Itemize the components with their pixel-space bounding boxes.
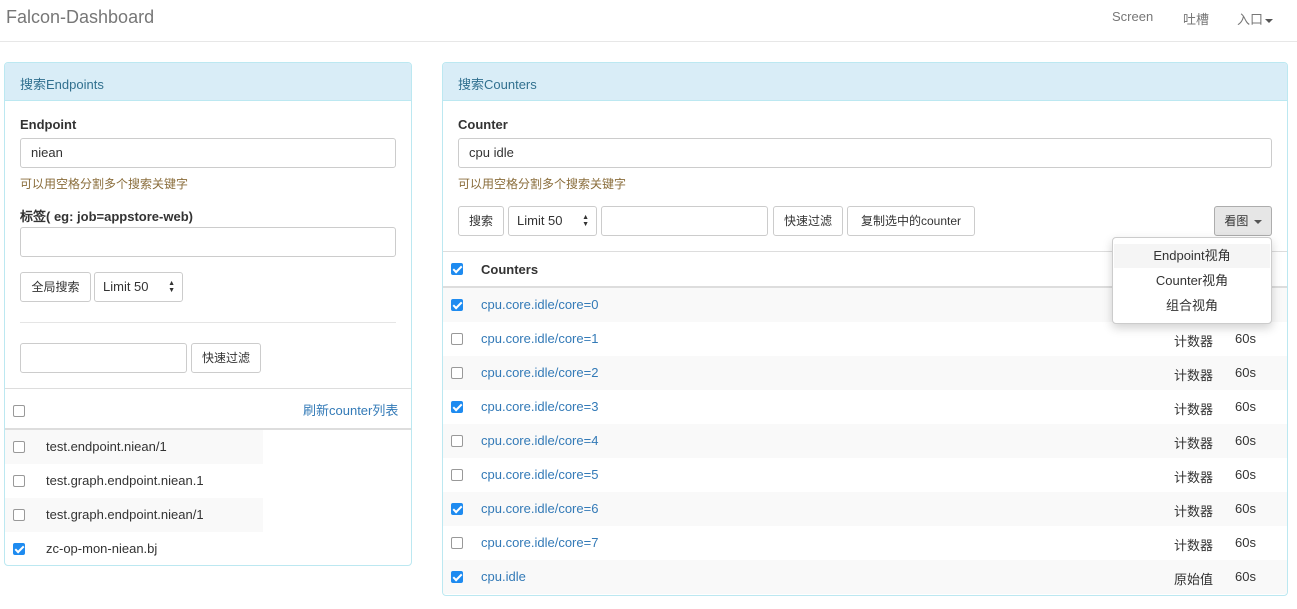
counters-table-header: Counters: [481, 262, 539, 277]
counter-step: 60s: [1235, 467, 1256, 482]
endpoint-name: test.endpoint.niean/1: [46, 439, 167, 454]
counter-checkbox[interactable]: [451, 299, 463, 311]
list-item[interactable]: test.graph.endpoint.niean/1: [5, 498, 263, 532]
counter-type: 计数器: [1174, 504, 1214, 519]
endpoint-name: test.graph.endpoint.niean/1: [46, 507, 204, 522]
endpoint-limit-value: Limit 50: [103, 279, 149, 294]
counter-name-link[interactable]: cpu.core.idle/core=3: [481, 399, 598, 414]
select-all-counters-checkbox[interactable]: [451, 263, 463, 275]
counter-name-link[interactable]: cpu.core.idle/core=0: [481, 297, 598, 312]
counter-search-input[interactable]: cpu idle: [458, 138, 1272, 168]
counter-label: Counter: [458, 117, 508, 132]
brand-title[interactable]: Falcon-Dashboard: [6, 7, 154, 28]
counter-type: 计数器: [1174, 538, 1214, 553]
counter-type: 原始值: [1174, 572, 1214, 587]
list-item[interactable]: test.graph.endpoint.niean.1: [5, 464, 263, 498]
counter-quick-filter-button[interactable]: 快速过滤: [773, 206, 843, 236]
divider: [20, 322, 396, 323]
select-arrows-icon: ▲ ▼: [582, 214, 589, 228]
counter-step: 60s: [1235, 569, 1256, 584]
endpoint-checkbox[interactable]: [13, 475, 25, 487]
counters-panel-heading: 搜索Counters: [443, 63, 1287, 101]
counter-limit-value: Limit 50: [517, 213, 563, 228]
counter-limit-select[interactable]: Limit 50 ▲ ▼: [508, 206, 597, 236]
table-row[interactable]: cpu.core.idle/core=4 计数器 60s: [443, 424, 1287, 458]
global-search-button[interactable]: 全局搜索: [20, 272, 91, 302]
counter-name-link[interactable]: cpu.core.idle/core=6: [481, 501, 598, 516]
counter-step: 60s: [1235, 331, 1256, 346]
tag-input[interactable]: [20, 227, 396, 257]
counter-checkbox[interactable]: [451, 401, 463, 413]
copy-selected-counter-button[interactable]: 复制选中的counter: [847, 206, 975, 236]
counter-checkbox[interactable]: [451, 435, 463, 447]
counter-name-link[interactable]: cpu.idle: [481, 569, 526, 584]
navbar: Falcon-Dashboard Screen 吐槽 入口: [0, 0, 1297, 42]
tag-label: 标签( eg: job=appstore-web): [20, 209, 193, 224]
counter-name-link[interactable]: cpu.core.idle/core=2: [481, 365, 598, 380]
endpoint-name: zc-op-mon-niean.bj: [46, 541, 158, 556]
counter-step: 60s: [1235, 535, 1256, 550]
nav-link-entry-dropdown[interactable]: 入口: [1237, 9, 1274, 28]
table-row[interactable]: cpu.core.idle/core=5 计数器 60s: [443, 458, 1287, 492]
view-graph-dropdown-menu: Endpoint视角 Counter视角 组合视角: [1112, 237, 1272, 324]
table-row[interactable]: cpu.core.idle/core=1 计数器 60s: [443, 322, 1287, 356]
counter-type: 计数器: [1174, 402, 1214, 417]
select-all-endpoints-checkbox[interactable]: [13, 405, 25, 417]
counter-name-link[interactable]: cpu.core.idle/core=4: [481, 433, 598, 448]
endpoint-label: Endpoint: [20, 117, 77, 132]
counter-checkbox[interactable]: [451, 537, 463, 549]
table-row[interactable]: cpu.core.idle/core=6 计数器 60s: [443, 492, 1287, 526]
counter-search-button[interactable]: 搜索: [458, 206, 504, 236]
endpoints-panel: 搜索Endpoints Endpoint niean 可以用空格分割多个搜索关键…: [4, 62, 412, 566]
dropdown-item-combined-view[interactable]: 组合视角: [1114, 294, 1270, 318]
view-graph-dropdown-button[interactable]: 看图: [1214, 206, 1272, 236]
counter-step: 60s: [1235, 501, 1256, 516]
refresh-counter-list-link[interactable]: 刷新counter列表: [303, 400, 398, 419]
endpoint-name: test.graph.endpoint.niean.1: [46, 473, 204, 488]
list-top-border: [5, 388, 411, 389]
counter-name-link[interactable]: cpu.core.idle/core=5: [481, 467, 598, 482]
counter-filter-input[interactable]: [601, 206, 768, 236]
nav-link-entry-label: 入口: [1237, 12, 1264, 27]
counter-type: 计数器: [1174, 368, 1214, 383]
nav-link-screen[interactable]: Screen: [1112, 9, 1153, 24]
counters-panel: 搜索Counters Counter cpu idle 可以用空格分割多个搜索关…: [442, 62, 1288, 596]
nav-link-feedback[interactable]: 吐槽: [1183, 9, 1209, 28]
counter-name-link[interactable]: cpu.core.idle/core=1: [481, 331, 598, 346]
counter-name-link[interactable]: cpu.core.idle/core=7: [481, 535, 598, 550]
counter-step: 60s: [1235, 365, 1256, 380]
table-row[interactable]: cpu.core.idle/core=3 计数器 60s: [443, 390, 1287, 424]
counter-type: 计数器: [1174, 334, 1214, 349]
endpoint-filter-input[interactable]: [20, 343, 187, 373]
table-row[interactable]: cpu.core.idle/core=2 计数器 60s: [443, 356, 1287, 390]
counter-help-text: 可以用空格分割多个搜索关键字: [458, 177, 627, 191]
list-item[interactable]: test.endpoint.niean/1: [5, 430, 263, 464]
endpoint-checkbox[interactable]: [13, 441, 25, 453]
table-row[interactable]: cpu.core.idle/core=7 计数器 60s: [443, 526, 1287, 560]
endpoint-checkbox[interactable]: [13, 509, 25, 521]
caret-down-icon: [1265, 18, 1274, 23]
view-graph-label: 看图: [1224, 214, 1249, 228]
counter-step: 60s: [1235, 399, 1256, 414]
counter-checkbox[interactable]: [451, 333, 463, 345]
endpoint-quick-filter-button[interactable]: 快速过滤: [191, 343, 261, 373]
endpoint-checkbox[interactable]: [13, 543, 25, 555]
table-row[interactable]: cpu.idle 原始值 60s: [443, 560, 1287, 594]
counter-type: 计数器: [1174, 470, 1214, 485]
counter-checkbox[interactable]: [451, 367, 463, 379]
counter-checkbox[interactable]: [451, 469, 463, 481]
counter-step: 60s: [1235, 433, 1256, 448]
counter-type: 计数器: [1174, 436, 1214, 451]
list-item[interactable]: zc-op-mon-niean.bj: [5, 532, 263, 565]
counter-checkbox[interactable]: [451, 503, 463, 515]
endpoint-limit-select[interactable]: Limit 50 ▲ ▼: [94, 272, 183, 302]
dropdown-item-endpoint-view[interactable]: Endpoint视角: [1114, 244, 1270, 268]
endpoint-help-text: 可以用空格分割多个搜索关键字: [20, 177, 189, 191]
endpoints-panel-heading: 搜索Endpoints: [5, 63, 411, 101]
select-arrows-icon: ▲ ▼: [168, 280, 175, 294]
caret-down-icon: [1253, 219, 1262, 224]
endpoint-search-input[interactable]: niean: [20, 138, 396, 168]
dropdown-item-counter-view[interactable]: Counter视角: [1114, 269, 1270, 293]
counter-checkbox[interactable]: [451, 571, 463, 583]
